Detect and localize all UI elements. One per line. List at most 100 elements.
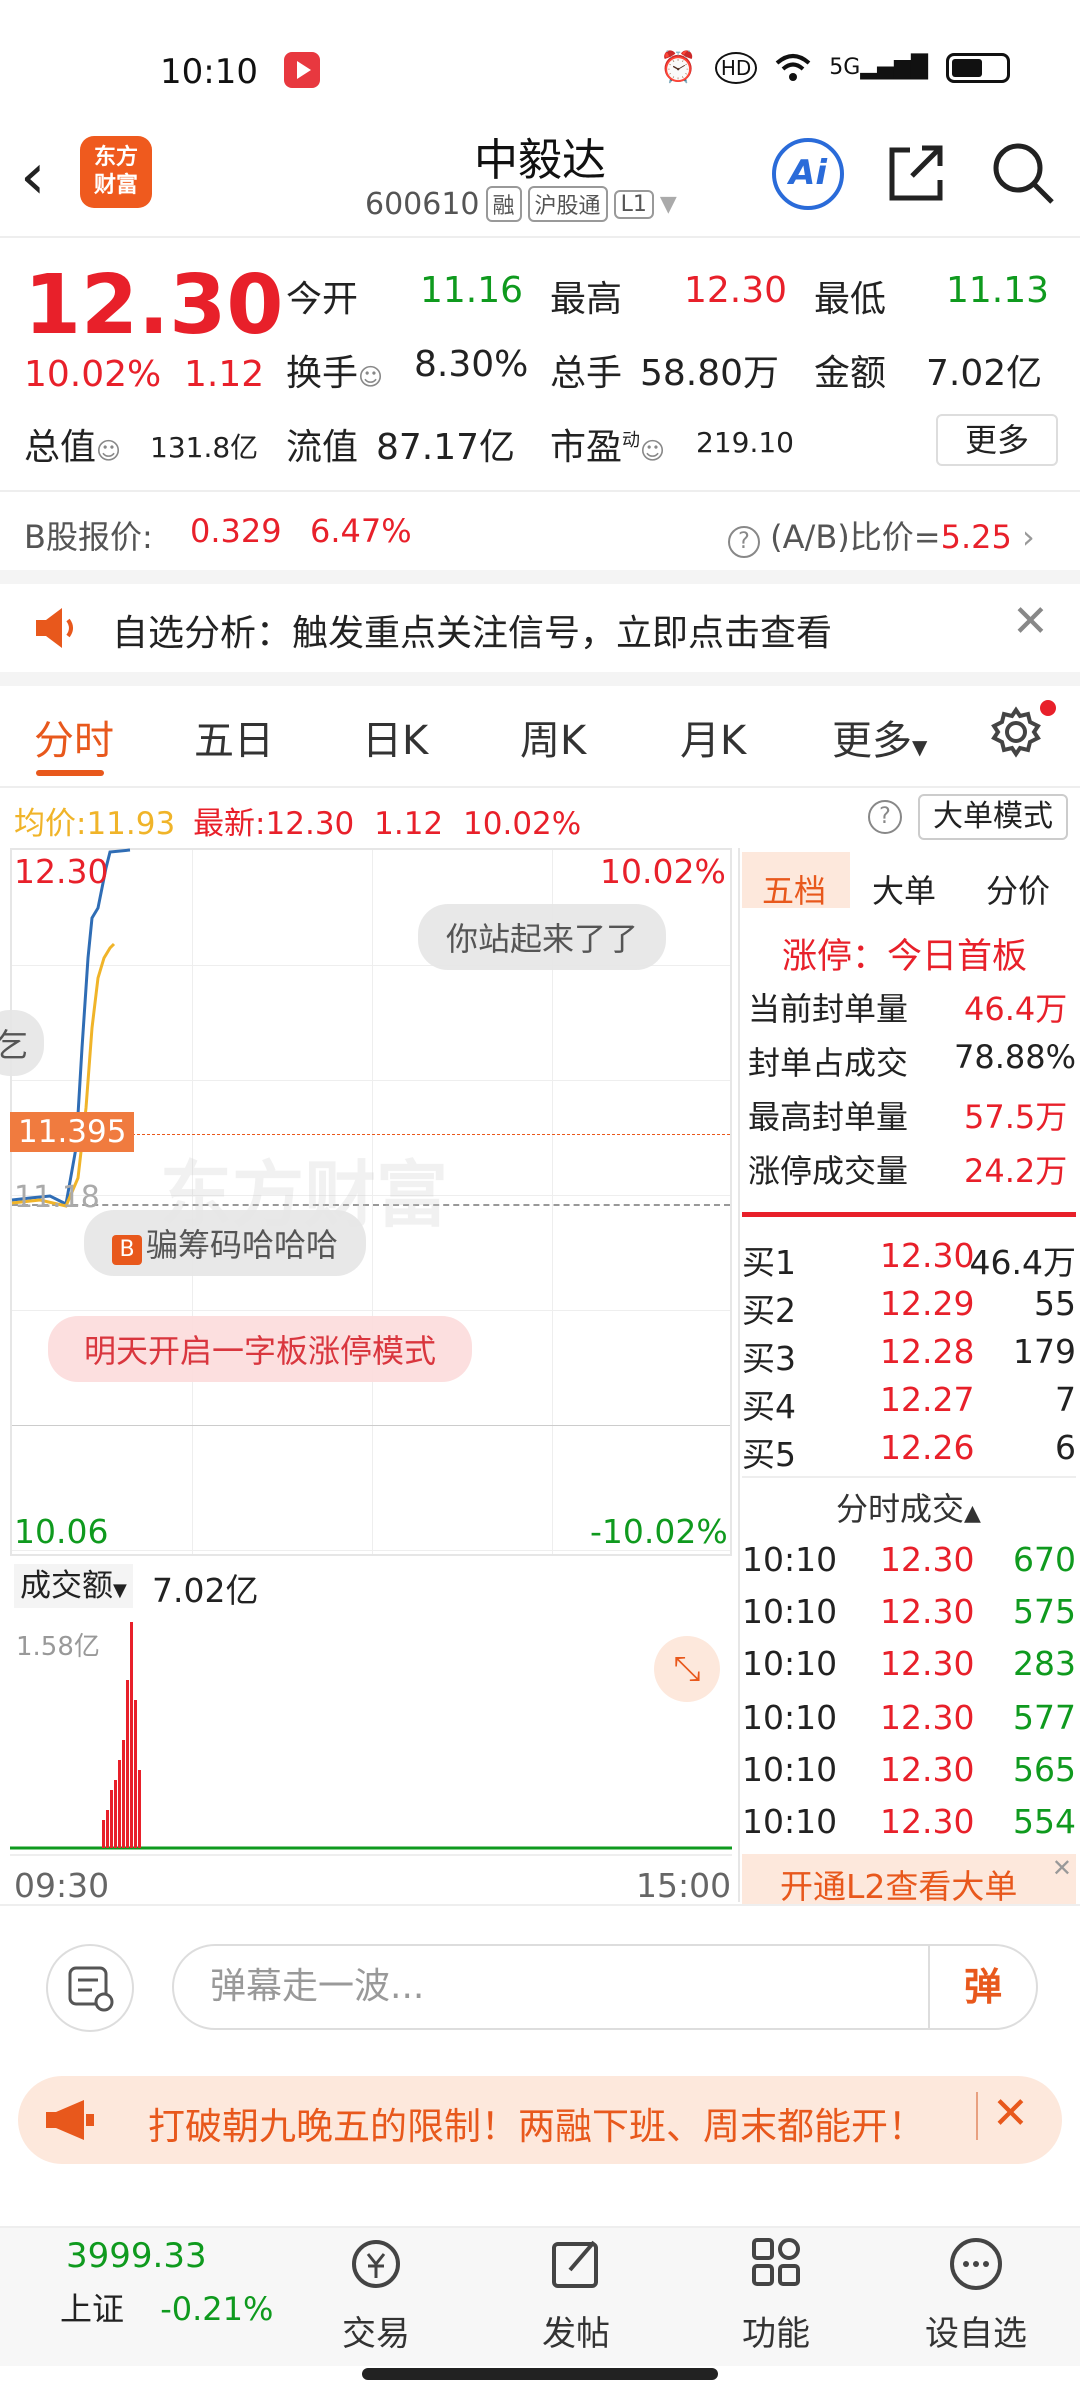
l2-promo-banner[interactable]: 开通L2查看大单 ✕ (742, 1854, 1076, 1906)
last-price: 12.30 (24, 258, 284, 353)
index-pct: -0.21% (160, 2290, 274, 2328)
open-value: 11.16 (420, 270, 524, 311)
limit-divider (742, 1212, 1076, 1217)
big-order-mode-button[interactable]: 大单模式 (918, 794, 1068, 840)
more-dots-icon (950, 2238, 1002, 2290)
app-notification-icon (284, 52, 320, 88)
high-label: 最高 (550, 279, 623, 320)
tab-five-levels[interactable]: 五档 (762, 866, 826, 912)
stat-value: 46.4万 (964, 990, 1068, 1028)
promo-text: 打破朝九晚五的限制！两融下班、周末都能开！ (148, 2105, 925, 2148)
bid-row: 买3 12.28 179 (742, 1332, 1076, 1378)
panel-divider (738, 848, 740, 1902)
bshare-price: 0.329 (190, 512, 282, 550)
time-axis-line (10, 1854, 732, 1856)
chart-bottom-divider (0, 1904, 1080, 1906)
signal-icon: 5G▂▄▆█ (829, 55, 928, 80)
tab-price-dist[interactable]: 分价 (986, 866, 1050, 912)
notice-text[interactable]: 自选分析：触发重点关注信号，立即点击查看 (112, 604, 832, 656)
index-value: 3999.33 (66, 2236, 207, 2276)
stat-value: 78.88% (954, 1038, 1077, 1076)
tag-margin: 融 (485, 186, 522, 222)
danmaku-bubble: 你站起来了了 (418, 904, 667, 970)
pe-label[interactable]: 市盈动☺ (550, 418, 665, 470)
header-divider (0, 236, 1080, 238)
high-value: 12.30 (684, 270, 788, 311)
bshare-pct: 6.47% (310, 512, 412, 550)
danmaku-bubble: B 骗筹码哈哈哈 (84, 1210, 367, 1276)
settings-icon[interactable] (988, 704, 1044, 760)
grid-icon (752, 2238, 800, 2286)
trade-row: 10:10 12.30 575 (742, 1592, 1076, 1631)
volume-total: 7.02亿 (152, 1571, 259, 1610)
tab-big-orders[interactable]: 大单 (872, 866, 936, 912)
ai-button[interactable]: Ai (772, 138, 844, 210)
help-icon[interactable]: ? (868, 800, 902, 834)
mktcap-label[interactable]: 总值☺ (24, 418, 121, 470)
low-label: 最低 (814, 279, 887, 320)
nav-functions[interactable]: 功能 (696, 2234, 856, 2355)
volume-value: 58.80万 (640, 353, 780, 394)
expand-icon[interactable]: ⤡ (654, 1636, 720, 1702)
time-end: 15:00 (636, 1866, 732, 1905)
float-label: 流值 (286, 427, 359, 468)
chart-top-price: 12.30 (14, 852, 109, 891)
danmaku-send-button[interactable]: 弹 (928, 1946, 1036, 2028)
megaphone-icon (46, 2100, 94, 2140)
trade-row: 10:10 12.30 554 (742, 1802, 1076, 1841)
bid-row: 买4 12.27 7 (742, 1380, 1076, 1426)
avg-line (11, 942, 116, 1208)
quote-divider (0, 490, 1080, 492)
nav-add-watchlist[interactable]: 设自选 (896, 2234, 1056, 2355)
open-label: 今开 (286, 279, 359, 320)
status-time: 10:10 (160, 52, 258, 92)
status-icons: ⏰ HD 5G▂▄▆█ (659, 50, 1010, 85)
tag-connect: 沪股通 (527, 186, 608, 222)
home-indicator[interactable] (362, 2368, 718, 2380)
hd-icon: HD (714, 51, 758, 84)
share-icon[interactable] (888, 142, 944, 202)
ab-ratio[interactable]: ? (A/B)比价=5.25 › (728, 512, 1035, 558)
tab-weekly-k[interactable]: 周K (520, 708, 586, 766)
section-divider (0, 570, 1080, 584)
danmaku-input[interactable]: 弹幕走一波... (172, 1944, 1038, 2030)
bid-row: 买2 12.29 55 (742, 1284, 1076, 1330)
bid-row: 买5 12.26 6 (742, 1428, 1076, 1474)
close-icon[interactable]: ✕ (1052, 1854, 1072, 1882)
tab-daily-k[interactable]: 日K (362, 708, 428, 766)
time-start: 09:30 (14, 1866, 110, 1905)
chart-header: 均价:11.93 最新:12.30 1.12 10.02% (14, 806, 582, 842)
mktcap-value: 131.8亿 (150, 431, 259, 464)
search-icon[interactable] (990, 140, 1056, 206)
speaker-icon (36, 608, 73, 648)
turnover-label[interactable]: 换手☺ (286, 344, 383, 396)
more-button[interactable]: 更多 (936, 414, 1058, 466)
tab-monthly-k[interactable]: 月K (680, 708, 746, 766)
trade-row: 10:10 12.30 670 (742, 1540, 1076, 1579)
info-icon: ☺ (640, 437, 666, 465)
prev-close-label: 11.18 (14, 1180, 100, 1215)
danmaku-settings-button[interactable] (46, 1944, 134, 2032)
nav-post[interactable]: 发帖 (496, 2234, 656, 2355)
stat-label: 当前封单量 (748, 990, 909, 1028)
section-divider (0, 672, 1080, 686)
trades-header[interactable]: 分时成交▲ (836, 1484, 981, 1530)
trade-icon (352, 2240, 400, 2288)
tab-5day[interactable]: 五日 (194, 708, 274, 766)
pe-value: 219.10 (696, 426, 794, 459)
index-name: 上证 (60, 2290, 125, 2328)
tab-underline (36, 770, 104, 776)
close-icon[interactable]: ✕ (1012, 596, 1049, 647)
nav-trade[interactable]: 交易 (296, 2234, 456, 2355)
volume-selector[interactable]: 成交额▼ (14, 1564, 133, 1608)
amount-label: 金额 (814, 353, 887, 394)
close-icon[interactable]: ✕ (992, 2088, 1029, 2139)
trade-row: 10:10 12.30 283 (742, 1644, 1076, 1683)
tab-more[interactable]: 更多▼ (832, 708, 927, 766)
low-value: 11.13 (946, 270, 1050, 311)
index-ticker[interactable]: 3999.33 上证 -0.21% (60, 2236, 273, 2330)
danmaku-bubble: 明天开启一字板涨停模式 (48, 1316, 473, 1382)
stat-label: 封单占成交 (748, 1044, 909, 1082)
stock-code-row[interactable]: 600610 融 沪股通 L1 ▼ (365, 186, 677, 222)
tab-intraday[interactable]: 分时 (34, 708, 114, 766)
